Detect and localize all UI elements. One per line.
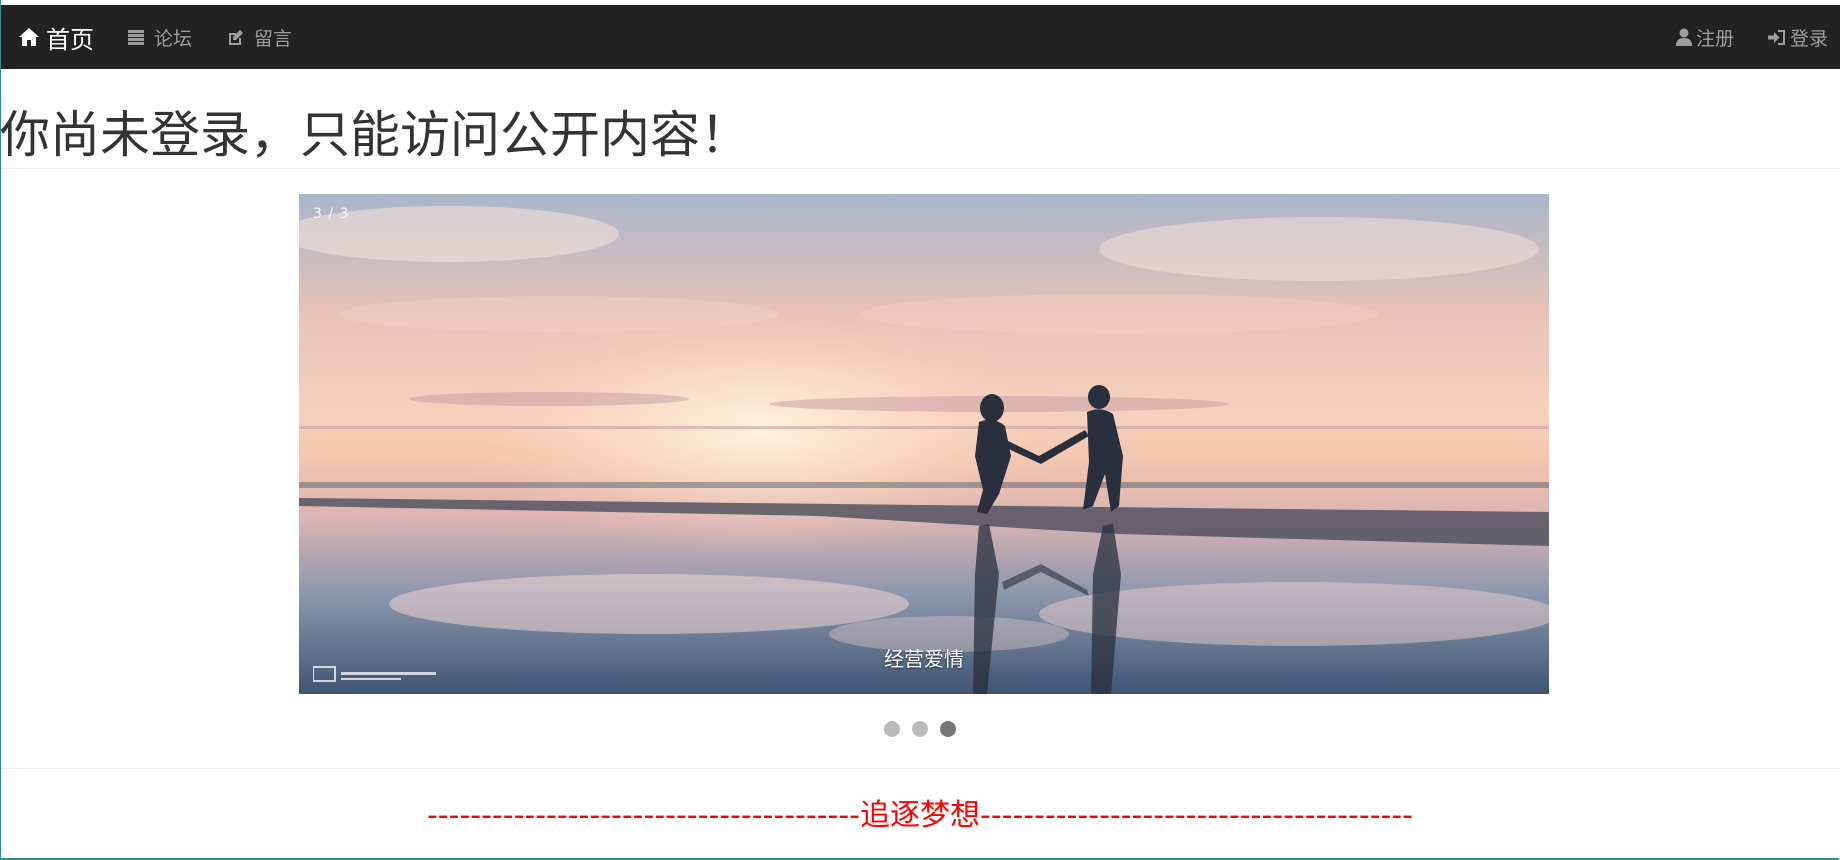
nav-right-group: 注册 登录 (1675, 5, 1840, 69)
carousel-dot-3-active[interactable] (940, 721, 956, 737)
list-icon (128, 29, 144, 45)
nav-home-label: 首页 (46, 25, 94, 54)
nav-message-label: 留言 (254, 27, 293, 50)
slide-counter: 3 / 3 (313, 206, 350, 222)
footer-divider (0, 768, 1840, 769)
carousel-dot-2[interactable] (912, 721, 928, 737)
image-carousel[interactable]: 3 / 3 经营爱情 (299, 194, 1549, 694)
nav-register-link[interactable]: 注册 (1675, 24, 1734, 51)
nav-forum-link[interactable]: 论坛 (128, 24, 192, 51)
page-title: 你尚未登录，只能访问公开内容！ (0, 106, 750, 164)
title-divider (0, 168, 1840, 169)
carousel-indicators (0, 721, 1840, 737)
nav-forum-label: 论坛 (154, 27, 193, 50)
user-icon (1675, 28, 1692, 46)
home-icon (18, 27, 40, 47)
nav-register-label: 注册 (1695, 27, 1734, 50)
nav-left-group: 首页 论坛 留言 (18, 5, 292, 69)
carousel-slide-image (299, 194, 1549, 694)
nav-home-link[interactable]: 首页 (18, 20, 94, 55)
slide-caption: 经营爱情 (884, 647, 964, 671)
carousel-dot-1[interactable] (884, 721, 900, 737)
nav-login-link[interactable]: 登录 (1767, 24, 1828, 51)
top-navbar: 首页 论坛 留言 注册 登录 (0, 5, 1840, 69)
nav-login-label: 登录 (1789, 27, 1828, 50)
edit-icon (227, 29, 244, 46)
login-icon (1767, 29, 1786, 46)
nav-message-link[interactable]: 留言 (227, 24, 292, 51)
footer-slogan: ----------------------------------------… (426, 798, 1413, 833)
